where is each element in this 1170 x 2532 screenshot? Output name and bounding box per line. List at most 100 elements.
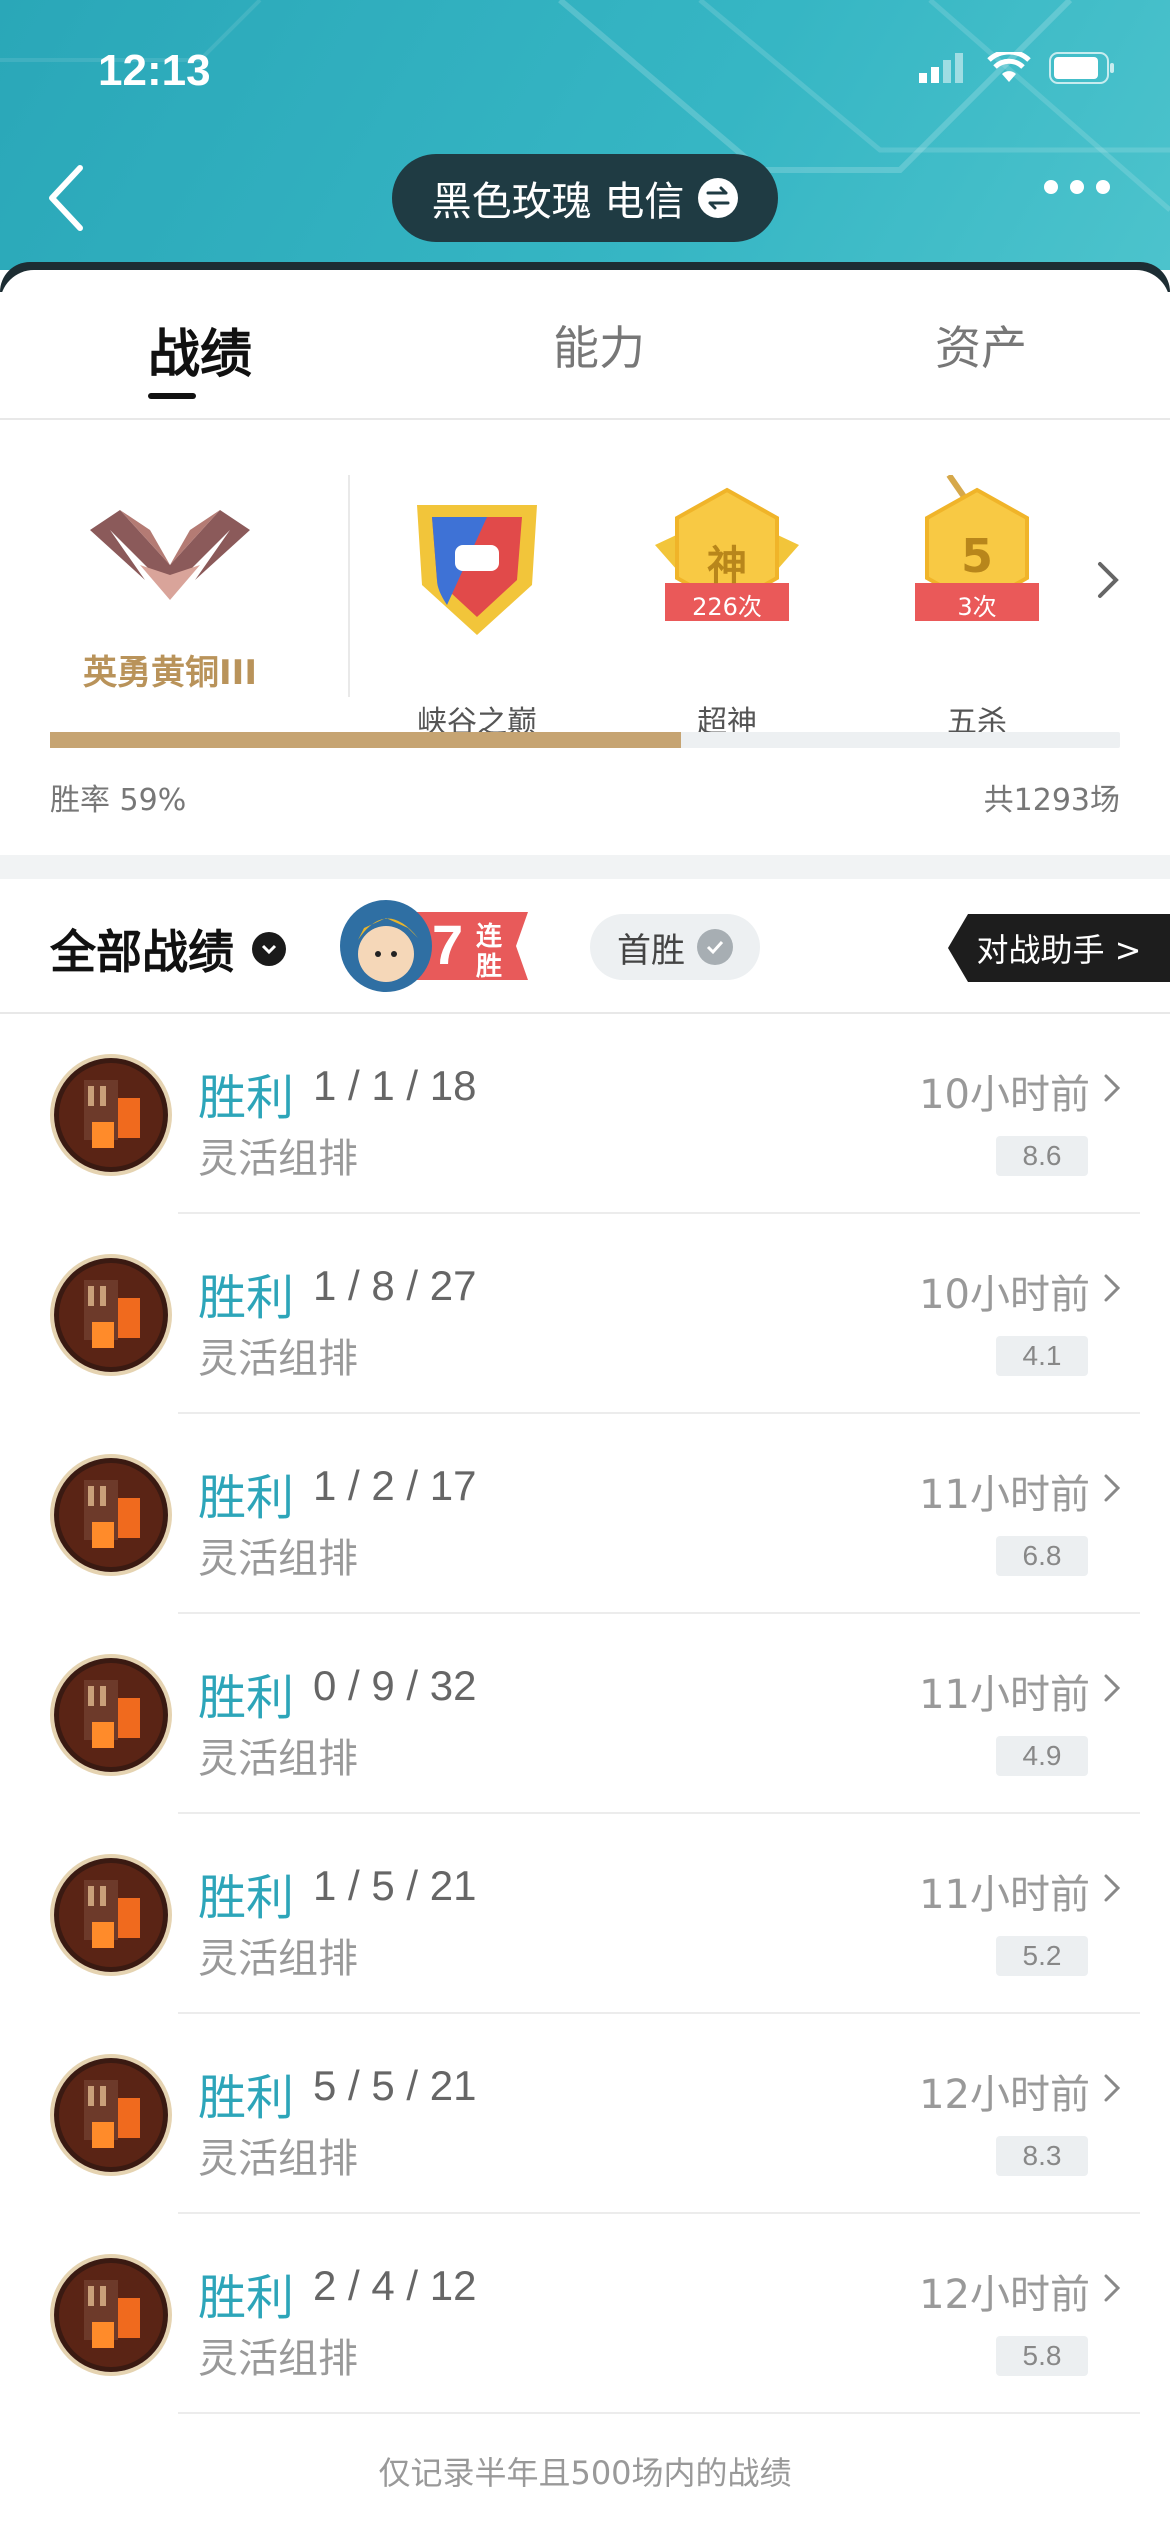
check-icon	[697, 929, 733, 965]
first-win-chip[interactable]: 首胜	[590, 914, 760, 980]
more-dot	[1096, 180, 1110, 194]
match-kda: 1 / 8 / 27	[313, 1262, 477, 1309]
hero-avatar	[50, 1254, 172, 1376]
badge-penta-kill[interactable]: 5 3次 五杀	[887, 473, 1067, 740]
match-kda: 1 / 1 / 18	[313, 1062, 477, 1109]
match-time: 12小时前	[919, 2272, 1090, 2318]
tab-underline	[148, 393, 196, 399]
rank-label: 英勇黄铜III	[83, 653, 257, 693]
match-score: 6.8	[996, 1536, 1088, 1576]
match-score: 8.6	[996, 1136, 1088, 1176]
match-row[interactable]: 胜利 1 / 8 / 27 灵活组排 10小时前 4.1	[0, 1214, 1170, 1414]
match-score: 4.9	[996, 1736, 1088, 1776]
win-rate-bar	[50, 732, 1120, 748]
match-kda: 1 / 2 / 17	[313, 1462, 477, 1509]
match-kda: 5 / 5 / 21	[313, 2062, 477, 2109]
match-result: 胜利	[198, 2270, 295, 2326]
more-dot	[1044, 180, 1058, 194]
match-mode: 灵活组排	[198, 1736, 358, 1782]
tab-record[interactable]: 战绩	[148, 312, 252, 387]
header: 12:13 黑色玫瑰 电信	[0, 0, 1170, 270]
more-dot	[1070, 180, 1084, 194]
match-mode: 灵活组排	[198, 1336, 358, 1382]
match-result: 胜利	[198, 1270, 295, 1326]
match-row[interactable]: 胜利 5 / 5 / 21 灵活组排 12小时前 8.3	[0, 2014, 1170, 2214]
chevron-right-icon	[1104, 1274, 1121, 1302]
match-row[interactable]: 胜利 1 / 1 / 18 灵活组排 10小时前 8.6	[0, 1014, 1170, 1214]
divider	[348, 475, 350, 697]
filter-row: 全部战绩 7 连 胜 首胜 对战助手 >	[0, 880, 1170, 1014]
chevron-right-icon	[1104, 1074, 1121, 1102]
canyon-peak-icon	[417, 505, 537, 635]
match-row[interactable]: 胜利 1 / 5 / 21 灵活组排 11小时前 5.2	[0, 1814, 1170, 2014]
chevron-right-icon	[1104, 1874, 1121, 1902]
rank-emblem-icon	[90, 510, 250, 600]
match-time: 12小时前	[919, 2072, 1090, 2118]
chevron-right-icon	[1104, 2074, 1121, 2102]
match-score: 8.3	[996, 2136, 1088, 2176]
match-mode: 灵活组排	[198, 1536, 358, 1582]
match-score: 5.2	[996, 1936, 1088, 1976]
match-time: 10小时前	[919, 1272, 1090, 1318]
tab-assets[interactable]: 资产	[935, 312, 1027, 378]
record-filter-dropdown[interactable]: 全部战绩	[50, 916, 286, 982]
badge-count: 226次	[692, 593, 762, 621]
first-win-label: 首胜	[617, 930, 685, 971]
hero-avatar	[50, 1054, 172, 1176]
match-mode: 灵活组排	[198, 2336, 358, 2382]
badge-glyph: 5	[960, 529, 993, 583]
hero-avatar	[50, 2054, 172, 2176]
match-kda: 2 / 4 / 12	[313, 2262, 477, 2309]
badge-glyph: 神	[707, 543, 747, 589]
match-list: 胜利 1 / 1 / 18 灵活组排 10小时前 8.6 胜利 1 / 8 / …	[0, 1014, 1170, 2414]
match-score: 5.8	[996, 2336, 1088, 2376]
match-row[interactable]: 胜利 0 / 9 / 32 灵活组排 11小时前 4.9	[0, 1614, 1170, 1814]
hero-avatar	[50, 2254, 172, 2376]
match-time: 11小时前	[919, 1672, 1090, 1718]
tab-ability[interactable]: 能力	[553, 312, 645, 378]
rank-block[interactable]: 英勇黄铜III	[50, 470, 290, 700]
tab-bar: 战绩 能力 资产	[0, 300, 1170, 420]
match-mode: 灵活组排	[198, 1136, 358, 1182]
win-streak-badge[interactable]: 7 连 胜	[338, 898, 538, 994]
player-switch-pill[interactable]: 黑色玫瑰 电信	[392, 154, 778, 242]
status-time: 12:13	[98, 46, 211, 95]
match-result: 胜利	[198, 1870, 295, 1926]
chevron-right-icon[interactable]	[1096, 560, 1120, 600]
match-mode: 灵活组排	[198, 1936, 358, 1982]
badge-canyon-peak[interactable]: 峡谷之巅	[387, 475, 567, 740]
match-time: 11小时前	[919, 1872, 1090, 1918]
honors-section: 英勇黄铜III 峡谷之巅 神 226次 超神 5 3次 五杀 胜率 59% 共1…	[0, 420, 1170, 850]
wifi-icon	[987, 52, 1031, 82]
status-icons	[919, 52, 1115, 84]
battle-assistant-button[interactable]: 对战助手 >	[948, 914, 1170, 982]
win-rate-text: 胜率 59%	[50, 783, 187, 818]
match-row[interactable]: 胜利 2 / 4 / 12 灵活组排 12小时前 5.8	[0, 2214, 1170, 2414]
chevron-down-icon	[252, 932, 286, 966]
match-row[interactable]: 胜利 1 / 2 / 17 灵活组排 11小时前 6.8	[0, 1414, 1170, 1614]
match-kda: 1 / 5 / 21	[313, 1862, 477, 1909]
back-button[interactable]	[40, 158, 100, 238]
match-result: 胜利	[198, 2070, 295, 2126]
match-score: 4.1	[996, 1336, 1088, 1376]
match-time: 10小时前	[919, 1072, 1090, 1118]
more-button[interactable]	[1044, 180, 1110, 194]
signal-icon	[919, 53, 963, 83]
match-result: 胜利	[198, 1070, 295, 1126]
match-result: 胜利	[198, 1670, 295, 1726]
row-divider	[178, 2412, 1140, 2414]
battery-icon	[1049, 52, 1114, 84]
section-gap	[0, 855, 1170, 879]
total-matches-text: 共1293场	[983, 783, 1120, 818]
hero-avatar	[50, 1654, 172, 1776]
badge-legendary[interactable]: 神 226次 超神	[637, 475, 817, 740]
chevron-right-icon	[1104, 1674, 1121, 1702]
switch-icon	[698, 178, 739, 218]
hero-avatar	[50, 1454, 172, 1576]
streak-number: 7	[432, 913, 464, 976]
win-rate-fill	[50, 732, 682, 748]
chevron-right-icon	[1104, 1474, 1121, 1502]
footer-note: 仅记录半年且500场内的战绩	[378, 2454, 792, 2492]
hero-avatar	[50, 1854, 172, 1976]
match-result: 胜利	[198, 1470, 295, 1526]
